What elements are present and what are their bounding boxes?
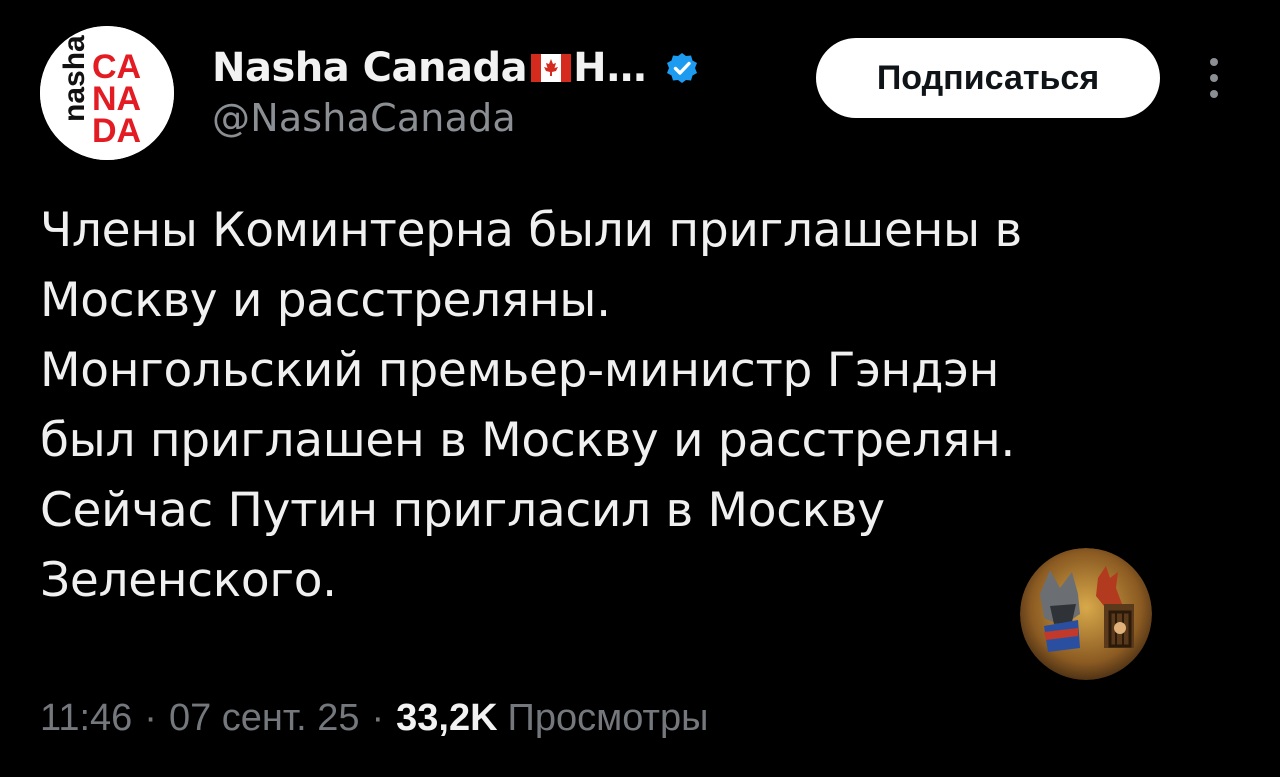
more-vertical-icon[interactable] — [1204, 54, 1224, 102]
nasha-canada-logo: nasha CA NA DA — [40, 26, 174, 160]
tweet-line: Москву и расстреляны. — [40, 273, 611, 328]
avatar-row-3: DA — [92, 112, 141, 150]
views-label[interactable]: Просмотры — [508, 697, 709, 740]
wolf-sticker-image — [1020, 548, 1152, 680]
verified-badge-icon — [665, 51, 699, 85]
account-name-row[interactable]: Nasha Canada H… — [212, 42, 699, 94]
canada-flag-icon — [531, 51, 572, 85]
tweet-time[interactable]: 11:46 — [40, 697, 132, 740]
tweet-date[interactable]: 07 сент. 25 — [169, 697, 360, 740]
views-count[interactable]: 33,2K — [396, 697, 497, 740]
display-name[interactable]: Nasha Canada — [212, 45, 528, 91]
tweet-line: был приглашен в Москву и расстрелян. — [40, 413, 1016, 468]
separator: · — [144, 696, 157, 739]
separator: · — [371, 696, 385, 739]
tweet-line: Сейчас Путин пригласил в Москву — [40, 483, 885, 538]
avatar[interactable]: nasha CA NA DA — [40, 26, 174, 160]
account-handle[interactable]: @NashaCanada — [212, 96, 516, 140]
subscribe-button[interactable]: Подписаться — [816, 38, 1160, 118]
display-name-truncated[interactable]: H… — [573, 45, 646, 91]
tweet-line: Члены Коминтерна были приглашены в — [40, 203, 1022, 258]
avatar-side-text: nasha — [58, 35, 91, 122]
tweet-meta: 11:46 · 07 сент. 25 · 33,2K Просмотры — [40, 690, 708, 746]
tweet-line: Зеленского. — [40, 553, 337, 608]
tweet-line: Монгольский премьер-министр Гэндэн — [40, 343, 1000, 398]
tweet-text: Члены Коминтерна были приглашены в Москв… — [40, 196, 1190, 616]
